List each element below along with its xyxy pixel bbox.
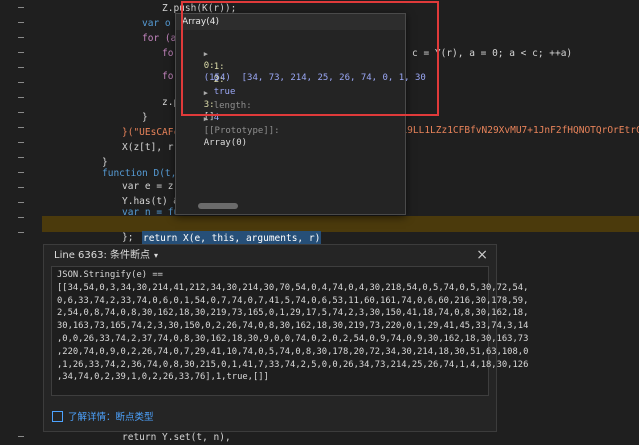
expand-triangle-icon[interactable]: ▶ (204, 115, 208, 123)
gutter-marker (18, 436, 24, 437)
code-line: }; (122, 232, 134, 243)
breakpoint-header: Line 6363: 条件断点 ▾ (44, 245, 496, 267)
condition-line: ,34,74,0,2,39,1,0,2,26,33,76],1,true,[]] (57, 372, 269, 383)
condition-line: JSON.Stringify(e) == (57, 270, 163, 280)
condition-line: 30,163,73,165,74,2,3,30,150,0,2,26,74,0,… (57, 321, 529, 332)
gutter-marker (18, 217, 24, 218)
row-value: Array(0) (203, 138, 248, 148)
breakpoint-editor[interactable]: Line 6363: 条件断点 ▾ × JSON.Stringify(e) == … (43, 244, 529, 432)
external-link-icon (52, 411, 63, 422)
scrollbar-thumb[interactable] (198, 203, 238, 209)
gutter-marker (18, 82, 24, 83)
close-button[interactable]: × (476, 247, 488, 263)
gutter-marker (18, 67, 24, 68)
code-line: } (142, 112, 148, 123)
breakpoint-line-label: Line 6363: (54, 250, 107, 261)
condition-input[interactable]: JSON.Stringify(e) == [[34,54,0,3,34,30,2… (51, 266, 529, 396)
gutter-marker (18, 22, 24, 23)
condition-line: 2,54,0,8,74,0,8,30,162,18,30,219,73,165,… (57, 308, 529, 319)
gutter-marker (18, 97, 24, 98)
gutter-marker (18, 127, 24, 128)
code-line: for (a (142, 33, 177, 44)
gutter-marker (18, 37, 24, 38)
row-key: [[Prototype]]: (203, 126, 280, 136)
gutter-marker (18, 172, 24, 173)
gutter-marker (18, 7, 24, 8)
gutter-marker (18, 232, 24, 233)
highlight-annotation-box (181, 1, 439, 116)
gutter-marker (18, 202, 24, 203)
gutter-marker (18, 142, 24, 143)
help-link[interactable]: 了解详情：断点类型 (52, 409, 154, 423)
gutter-marker (18, 187, 24, 188)
condition-line: ,0,0,26,33,74,2,37,74,0,8,30,162,18,30,9… (57, 333, 529, 344)
gutter-marker (18, 52, 24, 53)
line-gutter (0, 0, 42, 441)
code-line: return Y.set(t, n), (122, 432, 231, 443)
condition-line: ,220,74,0,9,0,2,26,74,0,7,29,41,10,74,0,… (57, 346, 529, 357)
gutter-marker (18, 112, 24, 113)
tooltip-horizontal-scrollbar[interactable] (190, 202, 385, 210)
help-link-text: 了解详情：断点类型 (68, 412, 154, 423)
condition-line: 0,6,33,74,2,33,74,0,6,0,1,54,0,7,74,0,7,… (57, 295, 529, 306)
condition-line: [[34,54,0,3,34,30,214,41,212,34,30,214,3… (57, 282, 529, 293)
gutter-marker (18, 157, 24, 158)
condition-line: ,1,26,33,74,2,36,74,0,8,30,215,0,1,41,7,… (57, 359, 529, 370)
breakpoint-type-value: 条件断点 (110, 250, 151, 261)
breakpoint-type-select[interactable]: 条件断点 ▾ (110, 250, 158, 261)
code-string-fragment: J7L9LL1LZz1CFBfvN29XvMU7+1JnF2fHQNOTQrOr… (390, 125, 639, 136)
chevron-down-icon: ▾ (154, 251, 159, 260)
